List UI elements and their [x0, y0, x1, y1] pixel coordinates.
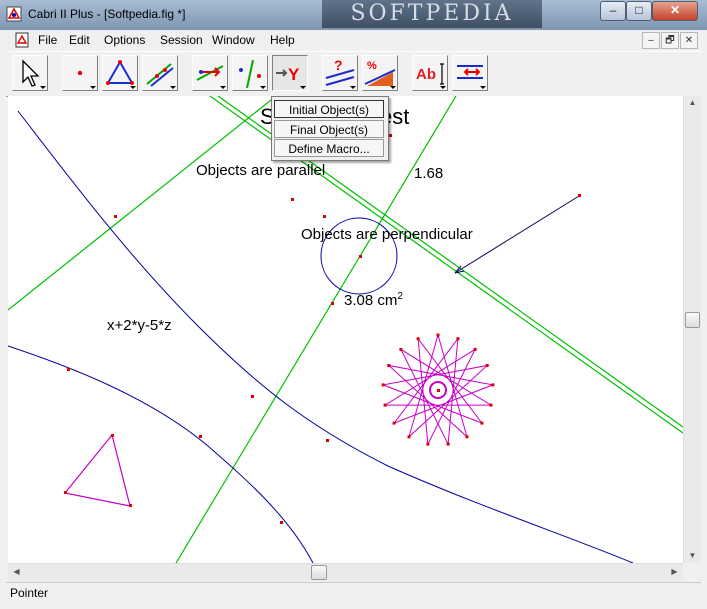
scroll-up-icon[interactable]: ▲	[684, 98, 701, 107]
status-bar: Pointer	[6, 582, 701, 603]
cabri-app-icon	[6, 6, 22, 22]
magenta-triangle[interactable]	[63, 433, 131, 507]
star-vertex-point	[465, 435, 469, 439]
star-vertex-point	[399, 347, 403, 351]
area-label[interactable]: 3.08 cm2	[344, 291, 403, 309]
check-property-tool-button[interactable]: ?	[322, 55, 358, 91]
parallel-label[interactable]: Objects are parallel	[196, 162, 325, 179]
menu-options[interactable]: Options	[104, 33, 145, 47]
svg-text:Y: Y	[288, 65, 300, 84]
star-vertex-point	[381, 383, 385, 387]
mdi-close-button[interactable]: ✕	[680, 32, 698, 49]
star-vertex-point	[491, 383, 495, 387]
softpedia-watermark: SOFTPEDIA	[322, 0, 542, 28]
minimize-button[interactable]: –	[600, 1, 626, 21]
blue-curve-lower[interactable]	[8, 345, 314, 563]
svg-text:Ab: Ab	[416, 66, 436, 83]
point-icon	[77, 70, 83, 76]
menu-window[interactable]: Window	[212, 33, 255, 47]
area-exponent: 2	[397, 291, 403, 302]
macro-dropdown-menu: Initial Object(s) Final Object(s) Define…	[271, 96, 389, 161]
menu-session[interactable]: Session	[160, 33, 203, 47]
perpendicular-label[interactable]: Objects are perpendicular	[301, 226, 473, 243]
vertical-scroll-thumb[interactable]	[685, 312, 700, 328]
toolbar: Y ? % Ab	[6, 51, 701, 97]
check-property-icon: ?	[325, 57, 355, 86]
constructions-tool-button[interactable]	[192, 55, 228, 91]
menu-edit[interactable]: Edit	[69, 33, 90, 47]
macro-icon: Y	[276, 65, 300, 84]
green-line-upper[interactable]	[8, 96, 277, 311]
vector-arrow[interactable]	[454, 195, 580, 274]
star-vertex-point	[480, 421, 484, 425]
horizontal-scroll-thumb[interactable]	[311, 565, 327, 580]
menu-file[interactable]: File	[38, 33, 57, 47]
star-vertex-point	[436, 333, 440, 337]
drawing-tool-button[interactable]	[452, 55, 488, 91]
drawing-icon	[457, 65, 483, 79]
menu-bar: File Edit Options Session Window Help – …	[6, 30, 701, 50]
menu-item-final-objects[interactable]: Final Object(s)	[274, 120, 384, 138]
text-label-icon: Ab	[416, 63, 444, 85]
star-vertex-point	[426, 442, 430, 446]
pointer-arrow-icon	[22, 59, 40, 87]
document-icon[interactable]	[14, 32, 30, 48]
mdi-restore-button[interactable]: 🗗	[661, 32, 679, 49]
star-vertex-point	[473, 347, 477, 351]
area-value: 3.08 cm	[344, 292, 398, 309]
drawing-canvas[interactable]: S est Objects are parallel 1.68 Objects …	[8, 96, 683, 563]
horizontal-scrollbar[interactable]: ◀ ▶	[8, 563, 683, 581]
curves-icon	[146, 63, 174, 87]
points-tool-button[interactable]	[62, 55, 98, 91]
display-tool-button[interactable]: Ab	[412, 55, 448, 91]
star-vertex-point	[383, 403, 387, 407]
star-vertex-point	[489, 403, 493, 407]
curves-tool-button[interactable]	[142, 55, 178, 91]
measure-tool-button[interactable]: %	[362, 55, 398, 91]
pointer-tool-button[interactable]	[12, 55, 48, 91]
status-text: Pointer	[10, 586, 49, 600]
svg-text:%: %	[367, 60, 377, 72]
window-title: Cabri II Plus - [Softpedia.fig *]	[28, 7, 186, 21]
menu-item-define-macro[interactable]: Define Macro...	[274, 139, 384, 157]
scroll-down-icon[interactable]: ▼	[684, 551, 701, 560]
star-vertex-point	[446, 442, 450, 446]
lines-tool-button[interactable]	[102, 55, 138, 91]
transformation-icon	[239, 59, 261, 89]
star-vertex-point	[407, 435, 411, 439]
construction-icon	[196, 65, 224, 81]
mdi-minimize-button[interactable]: –	[642, 32, 660, 49]
star-vertex-point	[456, 337, 460, 341]
scroll-right-icon[interactable]: ▶	[666, 567, 683, 576]
distance-label[interactable]: 1.68	[414, 165, 443, 182]
close-button[interactable]: ✕	[652, 1, 698, 21]
measure-icon: %	[364, 60, 396, 86]
star-vertex-point	[485, 364, 489, 367]
macro-tool-button[interactable]: Y	[272, 55, 308, 91]
scroll-left-icon[interactable]: ◀	[8, 567, 25, 576]
menu-help[interactable]: Help	[270, 33, 295, 47]
scroll-corner	[683, 563, 701, 581]
svg-text:?: ?	[334, 57, 343, 73]
maximize-button[interactable]: □	[626, 1, 652, 21]
triangle-icon	[106, 59, 134, 85]
app-window: SOFTPEDIA Cabri II Plus - [Softpedia.fig…	[0, 0, 707, 609]
menu-item-initial-objects[interactable]: Initial Object(s)	[274, 100, 384, 118]
transformations-tool-button[interactable]	[232, 55, 268, 91]
vertical-scrollbar[interactable]: ▲ ▼	[683, 96, 701, 563]
star-vertex-point	[416, 337, 420, 341]
title-bar[interactable]: SOFTPEDIA Cabri II Plus - [Softpedia.fig…	[0, 0, 707, 30]
star-vertex-point	[387, 364, 391, 367]
equation-label[interactable]: x+2*y-5*z	[107, 317, 172, 334]
star-vertex-point	[392, 421, 396, 425]
